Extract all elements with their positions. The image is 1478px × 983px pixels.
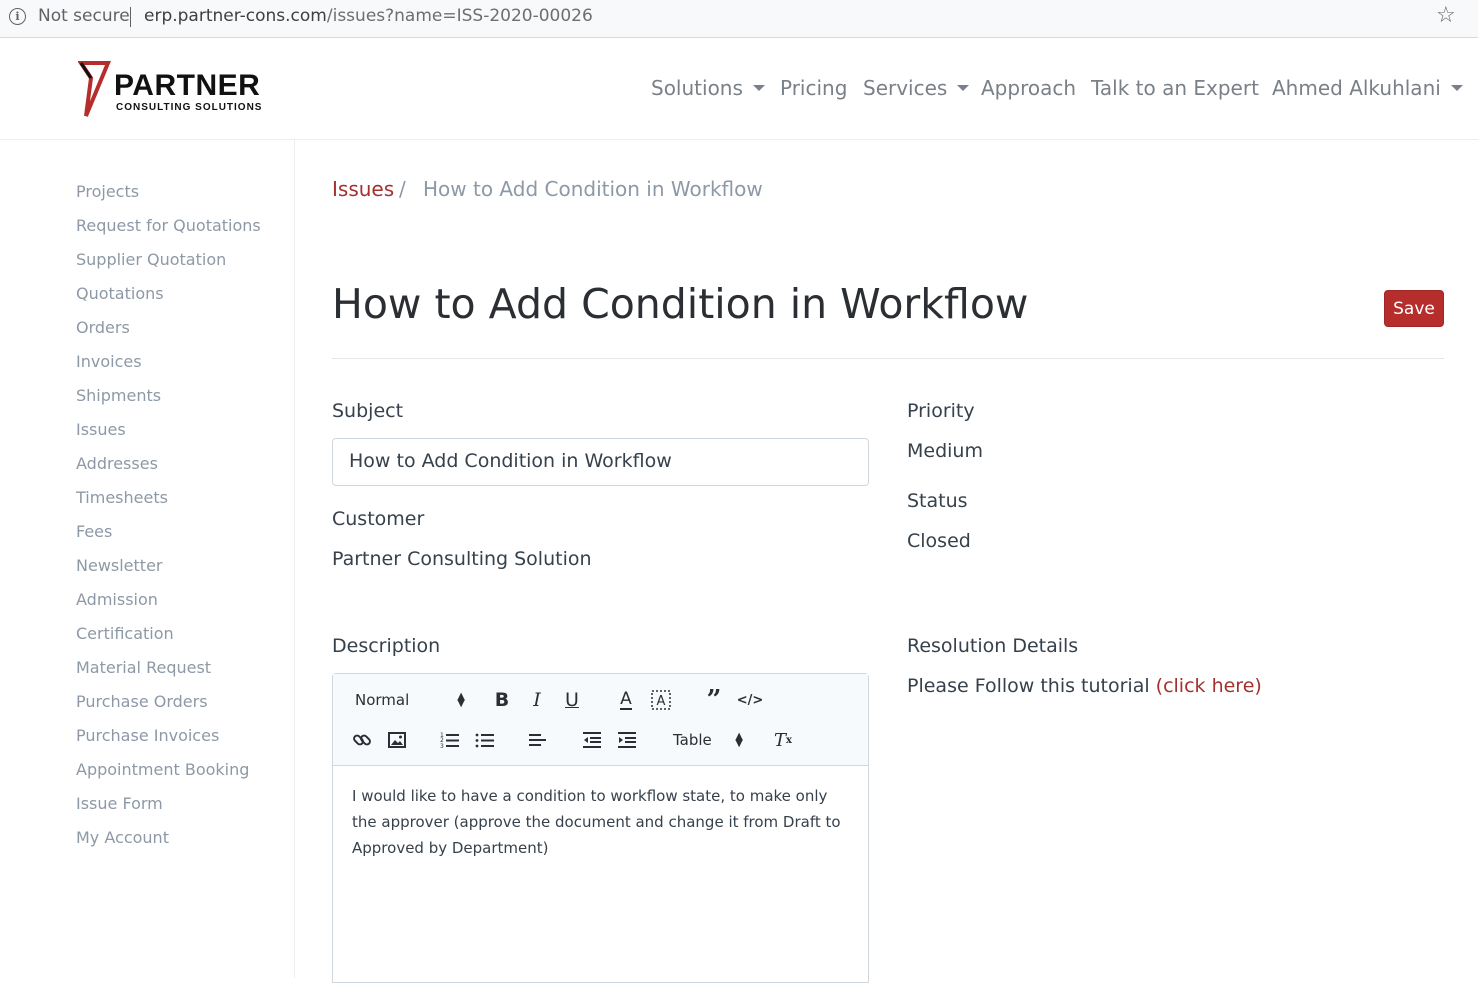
breadcrumb-current: How to Add Condition in Workflow — [423, 177, 763, 201]
resolution-text: Please Follow this tutorial — [907, 675, 1156, 697]
sidebar-item-purchase-orders[interactable]: Purchase Orders — [76, 692, 208, 711]
sidebar-item-admission[interactable]: Admission — [76, 590, 158, 609]
security-label[interactable]: Not secure — [38, 6, 130, 26]
chevron-down-icon — [957, 84, 970, 91]
indent-icon[interactable] — [616, 728, 638, 752]
page-title: How to Add Condition in Workflow — [332, 280, 1029, 328]
nav-talk-to-expert[interactable]: Talk to an Expert — [1091, 76, 1259, 100]
resolution-details-text: Please Follow this tutorial (click here) — [907, 675, 1262, 697]
background-color-icon[interactable]: A — [650, 688, 672, 712]
sidebar-item-projects[interactable]: Projects — [76, 182, 139, 201]
partner-logo[interactable]: PARTNER CONSULTING SOLUTIONS — [78, 61, 268, 119]
logo-brand-name: PARTNER — [114, 69, 261, 102]
image-icon[interactable] — [386, 728, 408, 752]
logo-tagline: CONSULTING SOLUTIONS — [116, 102, 263, 113]
sidebar-item-supplier-quotation[interactable]: Supplier Quotation — [76, 250, 226, 269]
svg-text:A: A — [657, 694, 666, 709]
sidebar-item-quotations[interactable]: Quotations — [76, 284, 164, 303]
sidebar-item-timesheets[interactable]: Timesheets — [76, 488, 168, 507]
info-icon[interactable]: i — [9, 8, 26, 25]
sidebar-item-request-for-quotations[interactable]: Request for Quotations — [76, 216, 261, 235]
blockquote-icon[interactable]: ” — [703, 685, 725, 715]
outdent-icon[interactable] — [581, 728, 603, 752]
resolution-details-label: Resolution Details — [907, 635, 1079, 657]
sidebar-item-material-request[interactable]: Material Request — [76, 658, 211, 677]
breadcrumb-separator: / — [399, 177, 406, 201]
sidebar-item-shipments[interactable]: Shipments — [76, 386, 161, 405]
sidebar-item-purchase-invoices[interactable]: Purchase Invoices — [76, 726, 219, 745]
address-separator — [130, 7, 131, 27]
sidebar-item-issue-form[interactable]: Issue Form — [76, 794, 163, 813]
sidebar: Projects Request for Quotations Supplier… — [0, 140, 295, 978]
sidebar-item-issues[interactable]: Issues — [76, 420, 126, 439]
bold-icon[interactable]: B — [491, 688, 513, 712]
bullet-list-icon[interactable] — [474, 728, 496, 752]
description-label: Description — [332, 635, 441, 657]
description-editor: Normal ▲ ▼ B I U A A ” </> 123 Table ▲ ▼… — [332, 673, 869, 983]
sidebar-item-addresses[interactable]: Addresses — [76, 454, 158, 473]
breadcrumb-issues-link[interactable]: Issues — [332, 177, 394, 201]
sidebar-item-invoices[interactable]: Invoices — [76, 352, 142, 371]
sidebar-item-fees[interactable]: Fees — [76, 522, 112, 541]
priority-value: Medium — [907, 440, 983, 462]
nav-services-label: Services — [863, 76, 948, 100]
priority-label: Priority — [907, 400, 975, 422]
sidebar-item-certification[interactable]: Certification — [76, 624, 174, 643]
nav-user-menu[interactable]: Ahmed Alkuhlani — [1272, 76, 1463, 100]
nav-services[interactable]: Services — [863, 76, 970, 100]
url-field[interactable]: erp.partner-cons.com/issues?name=ISS-202… — [144, 6, 593, 26]
customer-label: Customer — [332, 508, 425, 530]
save-button[interactable]: Save — [1384, 290, 1444, 327]
ordered-list-icon[interactable]: 123 — [439, 728, 461, 752]
link-icon[interactable] — [351, 728, 373, 752]
divider — [332, 358, 1444, 359]
format-select[interactable]: Normal ▲ ▼ — [355, 688, 465, 712]
logo-mark-icon — [78, 61, 111, 117]
chevron-down-icon — [752, 84, 765, 91]
editor-content[interactable]: I would like to have a condition to work… — [352, 783, 852, 861]
click-here-link[interactable]: (click here) — [1156, 675, 1262, 697]
customer-value: Partner Consulting Solution — [332, 548, 592, 570]
format-select-value: Normal — [355, 691, 410, 709]
sidebar-item-appointment-booking[interactable]: Appointment Booking — [76, 760, 249, 779]
nav-solutions[interactable]: Solutions — [651, 76, 765, 100]
chevron-down-icon — [1450, 84, 1463, 91]
sidebar-item-orders[interactable]: Orders — [76, 318, 130, 337]
table-select[interactable]: Table ▲ ▼ — [673, 728, 743, 752]
subject-label: Subject — [332, 400, 404, 422]
user-name: Ahmed Alkuhlani — [1272, 76, 1441, 100]
url-path: /issues?name=ISS-2020-00026 — [326, 6, 593, 26]
nav-pricing[interactable]: Pricing — [780, 76, 847, 100]
url-host: erp.partner-cons.com — [144, 6, 327, 26]
bookmark-star-icon[interactable]: ☆ — [1436, 3, 1456, 28]
code-block-icon[interactable]: </> — [737, 688, 764, 712]
table-select-value: Table — [673, 731, 712, 749]
italic-icon[interactable]: I — [526, 688, 548, 712]
underline-icon[interactable]: U — [561, 688, 583, 712]
nav-approach[interactable]: Approach — [981, 76, 1076, 100]
nav-solutions-label: Solutions — [651, 76, 743, 100]
status-value: Closed — [907, 530, 971, 552]
up-down-icon: ▲ ▼ — [457, 691, 465, 709]
editor-toolbar: Normal ▲ ▼ B I U A A ” </> 123 Table ▲ ▼… — [333, 674, 868, 766]
browser-address-bar: i Not secure erp.partner-cons.com/issues… — [0, 0, 1478, 38]
up-down-icon: ▲ ▼ — [735, 731, 743, 749]
svg-text:3: 3 — [440, 743, 444, 749]
status-label: Status — [907, 490, 968, 512]
text-color-icon[interactable]: A — [615, 688, 637, 712]
sidebar-item-my-account[interactable]: My Account — [76, 828, 169, 847]
subject-input[interactable]: How to Add Condition in Workflow — [332, 438, 869, 486]
align-left-icon[interactable] — [527, 728, 549, 752]
sidebar-item-newsletter[interactable]: Newsletter — [76, 556, 163, 575]
clear-formatting-icon[interactable]: Tx — [772, 728, 794, 752]
top-navbar: PARTNER CONSULTING SOLUTIONS Solutions P… — [0, 39, 1478, 140]
